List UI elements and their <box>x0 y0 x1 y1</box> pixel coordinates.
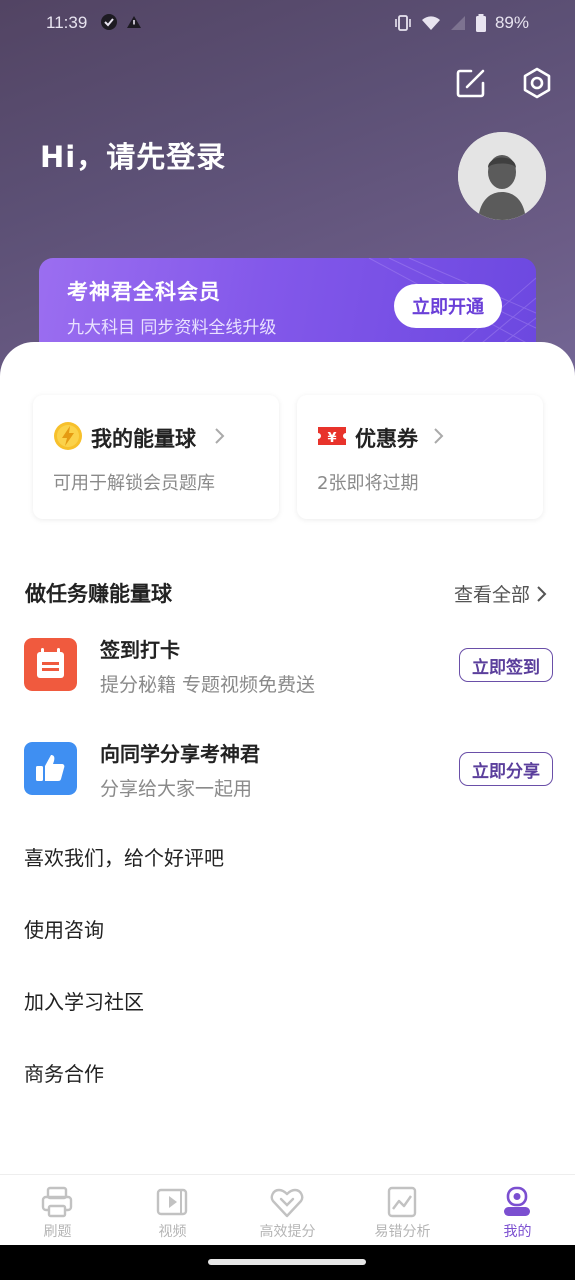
task-checkin: 签到打卡 提分秘籍 专题视频免费送 立即签到 <box>0 624 575 704</box>
task-share: 向同学分享考神君 分享给大家一起用 立即分享 <box>0 728 575 808</box>
chevron-right-icon <box>215 428 225 444</box>
system-nav-bar <box>0 1245 575 1280</box>
share-button[interactable]: 立即分享 <box>459 752 553 786</box>
heart-chevron-icon <box>270 1188 304 1218</box>
calendar-icon <box>24 638 77 691</box>
settings-icon[interactable] <box>520 66 554 100</box>
tab-improve-label: 高效提分 <box>259 1224 316 1240</box>
task-share-title: 向同学分享考神君 <box>100 742 260 766</box>
alert-icon <box>127 16 141 28</box>
view-all-label: 查看全部 <box>454 584 531 606</box>
coupon-card[interactable]: ¥ 优惠券 2张即将过期 <box>297 395 543 519</box>
thumbs-up-icon <box>24 742 77 795</box>
home-gesture-handle[interactable] <box>208 1259 366 1265</box>
chevron-right-icon <box>434 428 444 444</box>
tab-practice[interactable]: 刷题 <box>0 1175 115 1246</box>
tab-practice-label: 刷题 <box>43 1224 72 1240</box>
vibrate-icon <box>395 15 411 31</box>
task-share-subtitle: 分享给大家一起用 <box>100 778 253 800</box>
vip-subtitle: 九大科目 同步资料全线升级 <box>67 318 277 338</box>
svg-text:¥: ¥ <box>327 431 336 446</box>
vip-title: 考神君全科会员 <box>67 280 221 304</box>
tab-error-analysis[interactable]: 易错分析 <box>345 1175 460 1246</box>
printer-icon <box>41 1186 73 1218</box>
chevron-right-icon <box>537 585 547 602</box>
check-circle-icon <box>101 14 117 30</box>
chart-icon <box>387 1186 417 1218</box>
task-checkin-subtitle: 提分秘籍 专题视频免费送 <box>100 674 316 696</box>
video-icon <box>156 1188 188 1216</box>
energy-card-title: 我的能量球 <box>91 427 196 451</box>
open-vip-button[interactable]: 立即开通 <box>394 284 502 328</box>
avatar[interactable] <box>458 132 546 220</box>
lightning-icon <box>54 422 82 450</box>
coupon-card-subtitle: 2张即将过期 <box>317 473 419 494</box>
energy-ball-card[interactable]: 我的能量球 可用于解锁会员题库 <box>33 395 279 519</box>
checkin-button[interactable]: 立即签到 <box>459 648 553 682</box>
energy-card-subtitle: 可用于解锁会员题库 <box>53 473 215 494</box>
tab-video[interactable]: 视频 <box>115 1175 230 1246</box>
menu-item-business[interactable]: 商务合作 <box>24 1058 104 1087</box>
tab-video-label: 视频 <box>158 1224 187 1240</box>
tab-profile[interactable]: 我的 <box>460 1175 575 1246</box>
task-checkin-title: 签到打卡 <box>100 638 180 662</box>
tab-error-analysis-label: 易错分析 <box>374 1224 431 1240</box>
menu-item-rate-us[interactable]: 喜欢我们，给个好评吧 <box>24 842 224 871</box>
menu-item-community[interactable]: 加入学习社区 <box>24 986 144 1015</box>
status-bar: 11:39 89% <box>0 0 575 48</box>
status-time: 11:39 <box>46 13 88 32</box>
tab-profile-label: 我的 <box>503 1224 532 1240</box>
tasks-section-title: 做任务赚能量球 <box>25 582 172 606</box>
battery-percent: 89% <box>494 13 529 32</box>
menu-item-consult[interactable]: 使用咨询 <box>24 914 104 943</box>
coupon-icon: ¥ <box>318 427 346 446</box>
tab-improve[interactable]: 高效提分 <box>230 1175 345 1246</box>
battery-icon <box>475 14 486 32</box>
coupon-card-title: 优惠券 <box>355 427 418 451</box>
edit-icon[interactable] <box>454 66 488 100</box>
bottom-tab-bar: 刷题 视频 高效提分 易错分析 我的 <box>0 1174 575 1245</box>
wifi-icon <box>421 16 440 30</box>
default-avatar-icon <box>458 132 546 220</box>
login-prompt[interactable]: Hi，请先登录 <box>40 134 226 176</box>
view-all-link[interactable]: 查看全部 <box>454 580 547 607</box>
signal-icon <box>450 16 465 30</box>
profile-icon <box>504 1186 530 1216</box>
